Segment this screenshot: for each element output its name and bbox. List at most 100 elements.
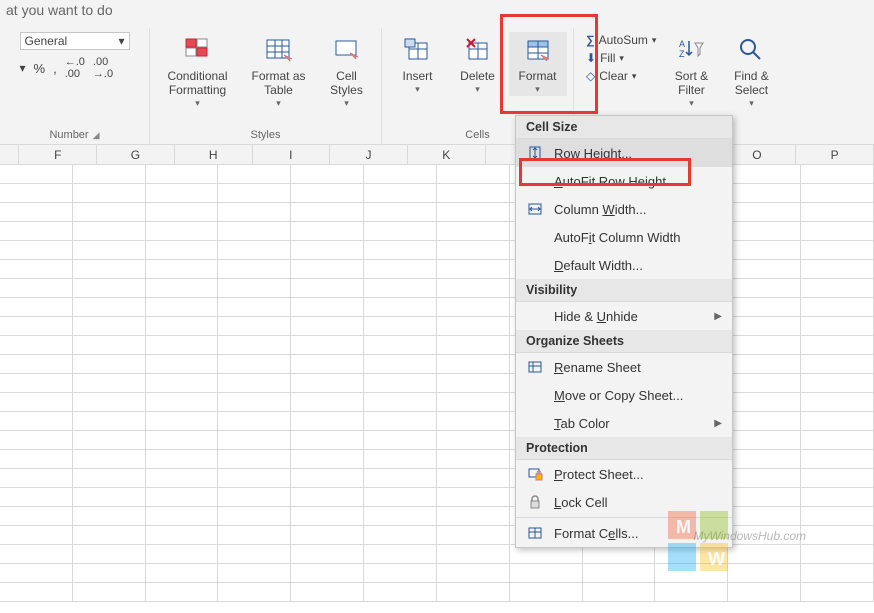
conditional-formatting-icon (182, 34, 214, 66)
svg-text:Z: Z (679, 49, 685, 59)
rename-sheet-icon (526, 358, 544, 376)
menu-default-width[interactable]: Default Width... (516, 251, 732, 279)
ribbon-groups: General ▾ ▾ % , ←.0.00 .00→.0 Number ◢ (0, 28, 874, 145)
menu-autofit-row[interactable]: AutoFit Row Height (516, 167, 732, 195)
format-as-table-icon (263, 34, 295, 66)
sort-filter-label: Sort & Filter (666, 70, 716, 98)
chevron-down-icon: ▾ (195, 98, 200, 108)
menu-hide-unhide-label: Hide & Unhide (554, 309, 638, 324)
menu-autofit-column-label: AutoFit Column Width (554, 230, 680, 245)
svg-text:A: A (679, 39, 685, 49)
menu-column-width-label: Column Width... (554, 202, 647, 217)
sigma-icon: ∑ (586, 33, 595, 47)
group-label-cells: Cells (465, 129, 489, 141)
comma-button[interactable]: , (53, 61, 57, 76)
autosum-button[interactable]: ∑ AutoSum ▾ (584, 32, 658, 48)
menu-format-cells[interactable]: Format Cells... (516, 519, 732, 547)
fill-down-icon: ⬇ (586, 51, 596, 65)
chevron-down-icon: ▾ (344, 98, 349, 108)
conditional-formatting-button[interactable]: Conditional Formatting ▾ (155, 32, 241, 110)
percent-button[interactable]: % (34, 61, 46, 76)
col-header[interactable]: K (408, 145, 486, 164)
group-number: General ▾ ▾ % , ←.0.00 .00→.0 Number ◢ (0, 28, 150, 145)
cell-styles-button[interactable]: Cell Styles ▾ (317, 32, 377, 110)
tell-me-text: at you want to do (0, 2, 119, 18)
fill-button[interactable]: ⬇ Fill ▾ (584, 50, 658, 66)
menu-header-visibility: Visibility (516, 279, 732, 302)
menu-move-copy[interactable]: Move or Copy Sheet... (516, 381, 732, 409)
decrease-decimal-button[interactable]: .00→.0 (93, 56, 113, 80)
menu-lock-cell[interactable]: Lock Cell (516, 488, 732, 516)
delete-button[interactable]: Delete ▾ (449, 32, 507, 96)
menu-rename-sheet[interactable]: Rename Sheet (516, 353, 732, 381)
column-headers[interactable]: F G H I J K L M N O P (0, 145, 874, 165)
find-select-label: Find & Select (726, 70, 776, 98)
chevron-down-icon: ▾ (689, 98, 694, 108)
eraser-icon: ◇ (586, 69, 595, 83)
menu-lock-cell-label: Lock Cell (554, 495, 607, 510)
menu-hide-unhide[interactable]: Hide & Unhide ▶ (516, 302, 732, 330)
menu-header-protection: Protection (516, 437, 732, 460)
ribbon: at you want to do General ▾ ▾ % , ←.0.00… (0, 0, 874, 145)
menu-format-cells-label: Format Cells... (554, 526, 639, 541)
insert-label: Insert (402, 70, 432, 84)
chevron-down-icon: ▾ (535, 84, 540, 94)
menu-autofit-column[interactable]: AutoFit Column Width (516, 223, 732, 251)
group-label-styles: Styles (251, 129, 281, 141)
menu-protect-sheet-label: Protect Sheet... (554, 467, 644, 482)
chevron-down-icon: ▾ (475, 84, 480, 94)
sort-filter-icon: AZ (675, 34, 707, 66)
number-format-select[interactable]: General ▾ (20, 32, 130, 50)
menu-move-copy-label: Move or Copy Sheet... (554, 388, 683, 403)
menu-row-height-label: Row Height... (554, 146, 632, 161)
col-header[interactable]: H (175, 145, 253, 164)
col-header[interactable]: P (796, 145, 874, 164)
clear-label: Clear (599, 69, 628, 83)
conditional-formatting-label: Conditional Formatting (157, 70, 239, 98)
format-icon (522, 34, 554, 66)
grid-rows[interactable] (0, 165, 874, 602)
protect-sheet-icon (526, 465, 544, 483)
format-as-table-button[interactable]: Format as Table ▾ (243, 32, 315, 110)
chevron-down-icon: ▾ (749, 98, 754, 108)
col-header[interactable]: I (253, 145, 331, 164)
format-as-table-label: Format as Table (245, 70, 313, 98)
increase-decimal-button[interactable]: ←.0.00 (65, 56, 85, 80)
submenu-arrow-icon: ▶ (714, 418, 722, 429)
col-header[interactable]: G (97, 145, 175, 164)
menu-column-width[interactable]: Column Width... (516, 195, 732, 223)
delete-label: Delete (460, 70, 495, 84)
dialog-launcher-icon[interactable]: ◢ (93, 130, 100, 141)
chevron-down-icon: ▾ (118, 34, 124, 48)
menu-row-height[interactable]: Row Height... (516, 139, 732, 167)
insert-button[interactable]: Insert ▾ (389, 32, 447, 96)
sort-filter-button[interactable]: AZ Sort & Filter ▾ (664, 32, 718, 110)
menu-default-width-label: Default Width... (554, 258, 643, 273)
menu-protect-sheet[interactable]: Protect Sheet... (516, 460, 732, 488)
col-header[interactable]: F (19, 145, 97, 164)
chevron-down-icon: ▾ (652, 35, 657, 46)
chevron-down-icon: ▾ (619, 53, 624, 64)
chevron-down-icon: ▾ (415, 84, 420, 94)
menu-tab-color-label: Tab Color (554, 416, 610, 431)
submenu-arrow-icon: ▶ (714, 311, 722, 322)
find-select-icon (735, 34, 767, 66)
currency-dropdown[interactable]: ▾ (20, 61, 26, 75)
worksheet[interactable]: F G H I J K L M N O P (0, 145, 874, 613)
col-header[interactable]: J (330, 145, 408, 164)
format-label: Format (518, 70, 556, 84)
format-dropdown-menu: Cell Size Row Height... AutoFit Row Heig… (515, 115, 733, 548)
insert-icon (402, 34, 434, 66)
find-select-button[interactable]: Find & Select ▾ (724, 32, 778, 110)
lock-icon (526, 493, 544, 511)
autosum-label: AutoSum (599, 33, 648, 47)
row-height-icon (526, 144, 544, 162)
menu-separator (516, 517, 732, 518)
group-label-number: Number (49, 129, 88, 141)
chevron-down-icon: ▾ (632, 71, 637, 82)
clear-button[interactable]: ◇ Clear ▾ (584, 68, 658, 84)
format-button[interactable]: Format ▾ (509, 32, 567, 96)
menu-tab-color[interactable]: Tab Color ▶ (516, 409, 732, 437)
chevron-down-icon: ▾ (276, 98, 281, 108)
cell-styles-label: Cell Styles (319, 70, 375, 98)
